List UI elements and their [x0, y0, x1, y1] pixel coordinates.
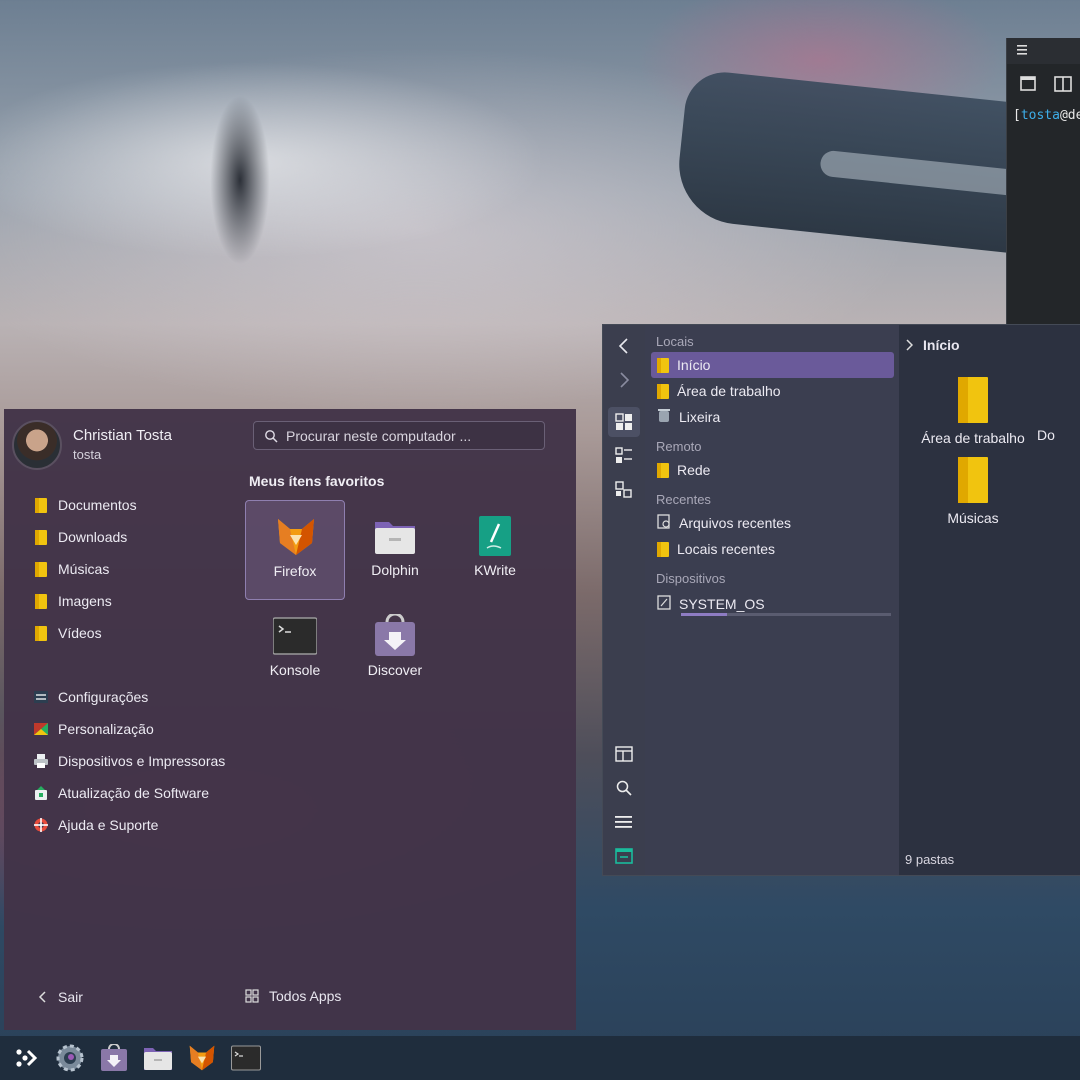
favorite-dolphin[interactable]: Dolphin: [345, 500, 445, 600]
discover-icon[interactable]: [97, 1042, 131, 1074]
folder-tile[interactable]: Área de trabalho: [918, 377, 1028, 446]
favorite-firefox[interactable]: Firefox: [245, 500, 345, 600]
places-section-title: Remoto: [656, 439, 702, 454]
folder-tile[interactable]: Músicas: [918, 457, 1028, 526]
new-tab-icon[interactable]: [1019, 74, 1039, 99]
grid-icon: [245, 989, 259, 1003]
search-icon: [265, 429, 278, 443]
videos-folder-icon: [35, 625, 47, 641]
menu-dispositivos[interactable]: Dispositivos e Impressoras: [34, 750, 225, 772]
menu-musicas[interactable]: Músicas: [34, 558, 109, 580]
menu-videos[interactable]: Vídeos: [34, 622, 102, 644]
place-system-os[interactable]: SYSTEM_OS: [651, 589, 894, 619]
places-section-title: Dispositivos: [656, 571, 726, 586]
wallpaper-shape: [210, 95, 270, 265]
compact-view-icon[interactable]: [608, 441, 640, 471]
split-view-icon[interactable]: [1053, 74, 1073, 99]
place-inicio[interactable]: Início: [651, 352, 894, 378]
menu-downloads[interactable]: Downloads: [34, 526, 127, 548]
firefox-icon: [274, 515, 318, 559]
trash-icon: [657, 408, 671, 426]
drive-icon: [657, 595, 671, 613]
icons-view-icon[interactable]: [608, 407, 640, 437]
terminal-titlebar[interactable]: [1007, 38, 1080, 64]
user-name: Christian Tosta: [73, 427, 172, 444]
all-apps-button[interactable]: Todos Apps: [245, 988, 341, 1004]
favorites-title: Meus ítens favoritos: [249, 473, 385, 489]
user-login: tosta: [73, 447, 102, 462]
application-launcher-icon[interactable]: [9, 1042, 43, 1074]
music-folder-icon: [958, 457, 988, 503]
file-view[interactable]: Início Área de trabalho Do Músicas 9 pas…: [899, 325, 1080, 875]
hamburger-menu-icon[interactable]: [1017, 42, 1029, 60]
pictures-folder-icon: [35, 593, 47, 609]
capacity-fill: [681, 613, 728, 616]
dolphin-toolbar: [603, 325, 645, 875]
dolphin-icon: [373, 514, 417, 558]
logout-button[interactable]: Sair: [38, 989, 83, 1005]
details-view-icon[interactable]: [608, 475, 640, 505]
menu-documentos[interactable]: Documentos: [34, 494, 137, 516]
menu-personalizacao[interactable]: Personalização: [34, 718, 154, 740]
printer-icon: [34, 754, 48, 768]
konsole-window[interactable]: [tosta@dee: [1006, 38, 1080, 328]
split-panel-icon[interactable]: [608, 739, 640, 769]
update-icon: [34, 786, 48, 800]
terminal-panel-icon[interactable]: [608, 841, 640, 871]
search-input[interactable]: [286, 427, 536, 444]
firefox-icon[interactable]: [185, 1042, 219, 1074]
personalization-icon: [34, 722, 48, 736]
places-section-title: Recentes: [656, 492, 711, 507]
favorite-kwrite[interactable]: KWrite: [445, 500, 545, 600]
hamburger-menu-icon[interactable]: [608, 807, 640, 837]
desktop-folder-icon: [958, 377, 988, 423]
menu-configuracoes[interactable]: Configurações: [34, 686, 148, 708]
system-settings-icon[interactable]: [53, 1042, 87, 1074]
recent-files-icon: [657, 514, 671, 532]
terminal-prompt[interactable]: [tosta@dee: [1007, 108, 1080, 123]
recent-places-icon: [657, 541, 669, 557]
menu-ajuda[interactable]: Ajuda e Suporte: [34, 814, 158, 836]
search-box[interactable]: [253, 421, 545, 450]
places-panel: Locais Início Área de trabalho Lixeira R…: [645, 325, 899, 875]
desktop-folder-icon: [657, 383, 669, 399]
place-lixeira[interactable]: Lixeira: [651, 404, 894, 430]
places-section-title: Locais: [656, 334, 694, 349]
search-icon[interactable]: [608, 773, 640, 803]
documents-folder-icon: [35, 497, 47, 513]
place-rede[interactable]: Rede: [651, 457, 894, 483]
help-icon: [34, 818, 48, 832]
forward-icon[interactable]: [608, 365, 640, 395]
place-arquivos-recentes[interactable]: Arquivos recentes: [651, 510, 894, 536]
folder-tile[interactable]: Do: [1037, 377, 1080, 443]
dolphin-icon[interactable]: [141, 1042, 175, 1074]
menu-imagens[interactable]: Imagens: [34, 590, 112, 612]
discover-icon: [373, 612, 417, 658]
konsole-icon: [272, 614, 318, 658]
menu-atualizacao[interactable]: Atualização de Software: [34, 782, 209, 804]
capacity-bar: [681, 613, 891, 616]
dolphin-window[interactable]: Locais Início Área de trabalho Lixeira R…: [602, 324, 1080, 876]
taskbar: [0, 1036, 1080, 1080]
breadcrumb[interactable]: Início: [905, 337, 960, 353]
konsole-icon[interactable]: [229, 1042, 263, 1074]
settings-icon: [34, 690, 48, 704]
home-folder-icon: [657, 357, 669, 373]
place-locais-recentes[interactable]: Locais recentes: [651, 536, 894, 562]
kwrite-icon: [473, 514, 517, 558]
favorite-konsole[interactable]: Konsole: [245, 600, 345, 700]
status-bar: 9 pastas: [905, 852, 955, 867]
chevron-left-icon: [38, 991, 46, 1003]
avatar[interactable]: [12, 420, 62, 470]
downloads-folder-icon: [35, 529, 47, 545]
chevron-right-icon: [906, 339, 913, 351]
place-area-de-trabalho[interactable]: Área de trabalho: [651, 378, 894, 404]
music-folder-icon: [35, 561, 47, 577]
favorite-discover[interactable]: Discover: [345, 600, 445, 700]
application-menu: Christian Tosta tosta Meus ítens favorit…: [4, 409, 576, 1030]
network-folder-icon: [657, 462, 669, 478]
back-icon[interactable]: [608, 331, 640, 361]
